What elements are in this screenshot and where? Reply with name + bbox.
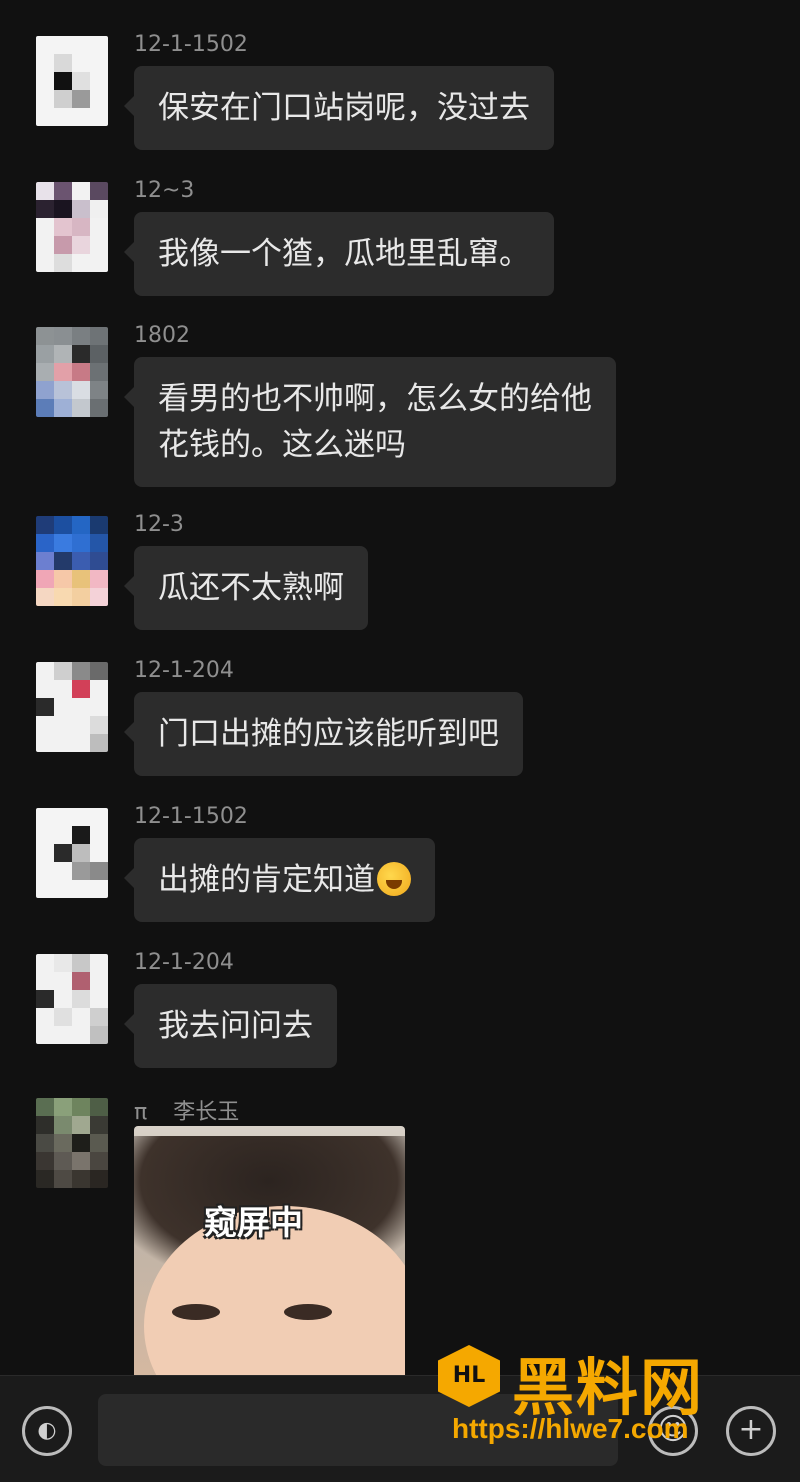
watermark-logo-icon: HL — [438, 1345, 500, 1407]
avatar[interactable] — [36, 36, 108, 126]
message-bubble[interactable]: 我去问问去 — [124, 984, 337, 1068]
sticker-caption: 窥屏中 — [204, 1203, 303, 1242]
message-text: 花钱的。这么迷吗 — [158, 427, 406, 463]
avatar[interactable] — [36, 327, 108, 417]
message-bubble[interactable]: 瓜还不太熟啊 — [124, 546, 368, 630]
watermark: HL 黑料网 https://hlwe7.com — [438, 1345, 778, 1455]
chat-history[interactable]: 12-1-1502 保安在门口站岗呢，没过去 12~3 我像一个猹，瓜地里乱窜。… — [0, 0, 800, 1375]
watermark-url: https://hlwe7.com — [452, 1413, 689, 1444]
sticker-eye — [172, 1304, 220, 1320]
avatar[interactable] — [36, 954, 108, 1044]
message-text: 门口出摊的应该能听到吧 — [158, 716, 499, 752]
sender-name: 12-1-204 — [134, 950, 234, 975]
message-text: 出摊的肯定知道 — [158, 857, 411, 903]
avatar[interactable] — [36, 1098, 108, 1188]
laughing-crying-emoji-icon — [377, 862, 411, 896]
message-text: 我像一个猹，瓜地里乱窜。 — [158, 236, 530, 272]
message-text: 保安在门口站岗呢，没过去 — [158, 90, 530, 126]
sticker-image[interactable]: 窥屏中 — [134, 1126, 405, 1375]
sender-nickname: 李长玉 — [173, 1100, 240, 1125]
sticker-eye — [284, 1304, 332, 1320]
sender-name: 1802 — [134, 323, 190, 348]
message-bubble[interactable]: 我像一个猹，瓜地里乱窜。 — [124, 212, 554, 296]
message-bubble[interactable]: 保安在门口站岗呢，没过去 — [124, 66, 554, 150]
avatar[interactable] — [36, 182, 108, 272]
sender-name: 12-1-1502 — [134, 804, 248, 829]
sender-name: 12-1-204 — [134, 658, 234, 683]
message-bubble[interactable]: 门口出摊的应该能听到吧 — [124, 692, 523, 776]
avatar[interactable] — [36, 808, 108, 898]
message-bubble[interactable]: 看男的也不帅啊，怎么女的给他 花钱的。这么迷吗 — [124, 357, 616, 487]
sender-name: π 李长玉 — [134, 1100, 240, 1125]
message-text: 我去问问去 — [158, 1008, 313, 1044]
avatar[interactable] — [36, 662, 108, 752]
sender-name: 12-1-1502 — [134, 32, 248, 57]
sender-name: 12~3 — [134, 178, 195, 203]
message-text: 瓜还不太熟啊 — [158, 570, 344, 606]
avatar[interactable] — [36, 516, 108, 606]
sender-name: 12-3 — [134, 512, 184, 537]
voice-icon[interactable]: ◐ — [22, 1406, 72, 1456]
message-text: 看男的也不帅啊，怎么女的给他 — [158, 381, 592, 417]
message-bubble[interactable]: 出摊的肯定知道 — [124, 838, 435, 922]
